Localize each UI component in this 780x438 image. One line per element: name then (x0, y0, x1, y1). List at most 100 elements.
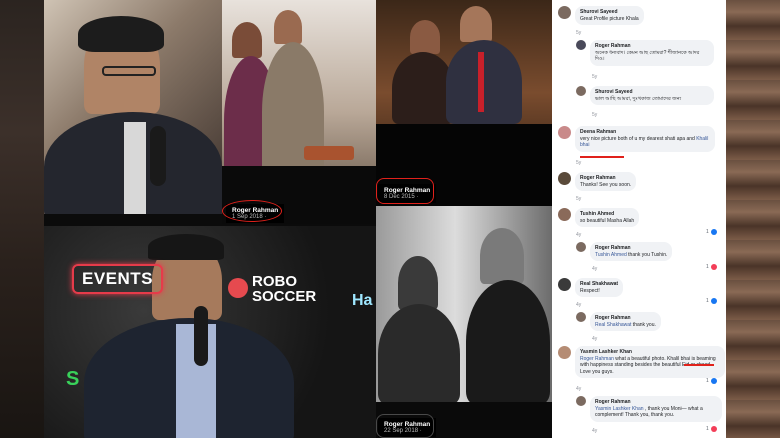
woman-saree (378, 304, 460, 404)
comment-bubble: Shurovi Sayeed Great Profile picture Kha… (575, 6, 644, 25)
red-tie (478, 52, 484, 112)
cake (304, 146, 354, 160)
microphone (194, 306, 208, 366)
comment-bubble: Roger Rahman Tushin Ahmed thank you Tush… (590, 242, 673, 261)
robo-soccer-icon (228, 278, 248, 298)
reaction-count[interactable]: 1 (706, 426, 717, 432)
photo-couple-cake: Roger Rahman 1 Sep 2018 · (222, 0, 376, 224)
reaction-count-number: 1 (706, 264, 709, 270)
comment-item: Deena Rahman very nice picture both of u… (558, 126, 715, 152)
woman-head (410, 20, 440, 54)
comment-bubble: Yasmin Lashker Khan Roger Rahman what a … (575, 346, 725, 378)
reaction-count[interactable]: 1 (706, 264, 717, 270)
man-suit (466, 280, 550, 404)
like-icon (710, 298, 717, 304)
avatar[interactable] (558, 172, 571, 185)
comment-reply: Shurovi Sayeed ভাল আছি আমরা, দুঃখকাজ তোম… (576, 86, 714, 105)
comment-text: ভাল আছি আমরা, দুঃখকাজ তোমাদের জন্য (595, 95, 682, 102)
background-left-strip (0, 0, 44, 438)
comment-tag[interactable]: Yasmin Lashker Khan (595, 406, 644, 412)
comment-tag[interactable]: Tushin Ahmed (595, 252, 627, 258)
comment-time: 5y (592, 112, 598, 118)
avatar[interactable] (558, 208, 571, 221)
comment-bubble: Deena Rahman very nice picture both of u… (575, 126, 715, 152)
comment-text: thank you Tushin. (626, 251, 668, 258)
woman-head (398, 256, 438, 310)
comment-item: Real Shakhawat Respect! (558, 278, 624, 297)
man-suit (446, 40, 522, 124)
man-head (480, 228, 524, 284)
reaction-count-number: 1 (706, 298, 709, 304)
comment-text: Great Profile picture Khala (580, 15, 639, 22)
comment-bubble: Tushin Ahmed so beautiful Masha Allah (575, 208, 640, 227)
avatar[interactable] (576, 396, 586, 406)
comments-panel: Shurovi Sayeed Great Profile picture Kha… (552, 0, 726, 438)
comment-tag[interactable]: Real Shakhawat (595, 322, 631, 328)
comment-reply: Roger Rahman Yasmin Lashker Khan , thank… (576, 396, 722, 422)
avatar[interactable] (576, 242, 586, 252)
reaction-count[interactable]: 1 (706, 378, 717, 384)
green-s-mark: S (66, 368, 80, 390)
highlight-underline (580, 156, 624, 158)
comment-tag[interactable]: Roger Rahman (580, 356, 614, 362)
photo-speaker-events (44, 226, 376, 438)
highlight-circle (222, 200, 282, 222)
highlight-underline (684, 364, 714, 366)
comment-time: 5y (576, 30, 582, 36)
heart-icon (710, 264, 717, 270)
comment-text: thank you. (631, 321, 656, 328)
comment-bubble: Shurovi Sayeed ভাল আছি আমরা, দুঃখকাজ তোম… (590, 86, 714, 105)
reaction-count-number: 1 (706, 229, 709, 235)
background-right-strip (726, 0, 780, 438)
comment-bubble: Real Shakhawat Respect! (575, 278, 624, 297)
avatar[interactable] (576, 312, 586, 322)
avatar[interactable] (558, 346, 571, 359)
comment-text: so beautiful Masha Allah (580, 217, 635, 224)
comment-text: very nice picture both of u my dearest s… (580, 135, 697, 142)
woman-head (232, 22, 262, 58)
comment-reply: Roger Rahman Real Shakhawat thank you. (576, 312, 661, 331)
reaction-count[interactable]: 1 (706, 229, 717, 235)
avatar[interactable] (576, 40, 586, 50)
comment-time: 5y (576, 196, 582, 202)
comment-time: 4y (576, 386, 582, 392)
comment-time: 4y (592, 428, 598, 434)
comment-reply: Roger Rahman অনেক ধন্যবাদ। কেমন আছ তোমরা… (576, 40, 714, 66)
comment-bubble: Roger Rahman Yasmin Lashker Khan , thank… (590, 396, 722, 422)
like-icon (710, 378, 717, 384)
avatar[interactable] (558, 278, 571, 291)
comment-text: অনেক ধন্যবাদ। কেমন আছ তোমরা? শীজানকে আদর… (595, 49, 700, 63)
speaker-hair (78, 16, 164, 52)
comment-time: 5y (576, 160, 582, 166)
photo-speaker-microphone (44, 0, 222, 214)
speaker-hair (148, 234, 224, 260)
reaction-count-number: 1 (706, 426, 709, 432)
glasses-shape (102, 66, 156, 76)
woman-dress (392, 52, 454, 124)
man-kurta (262, 42, 324, 182)
comment-bubble: Roger Rahman অনেক ধন্যবাদ। কেমন আছ তোমরা… (590, 40, 714, 66)
soccer-text: SOCCER (252, 288, 317, 305)
avatar[interactable] (558, 6, 571, 19)
microphone (150, 126, 166, 186)
photo-couple-formal: Roger Rahman 8 Dec 2015 · (376, 0, 552, 206)
reaction-count-number: 1 (706, 378, 709, 384)
man-head (274, 10, 302, 44)
highlight-box (376, 178, 434, 204)
avatar[interactable] (576, 86, 586, 96)
hackathon-sign-fragment: Ha (352, 292, 373, 309)
comment-time: 5y (592, 74, 598, 80)
comment-reply: Roger Rahman Tushin Ahmed thank you Tush… (576, 242, 673, 261)
comment-item: Tushin Ahmed so beautiful Masha Allah (558, 208, 640, 227)
comment-text: Respect! (580, 287, 600, 294)
comment-text: Thanks! See you soon. (580, 181, 632, 188)
events-sign: EVENTS (72, 264, 164, 294)
avatar[interactable] (558, 126, 571, 139)
robo-sign: ROBO SOCCER (252, 274, 316, 304)
reaction-count[interactable]: 1 (706, 298, 717, 304)
comment-item: Shurovi Sayeed Great Profile picture Kha… (558, 6, 644, 25)
comment-time: 4y (576, 232, 582, 238)
highlight-box (376, 414, 434, 438)
man-head (460, 6, 492, 42)
comment-bubble: Roger Rahman Real Shakhawat thank you. (590, 312, 661, 331)
